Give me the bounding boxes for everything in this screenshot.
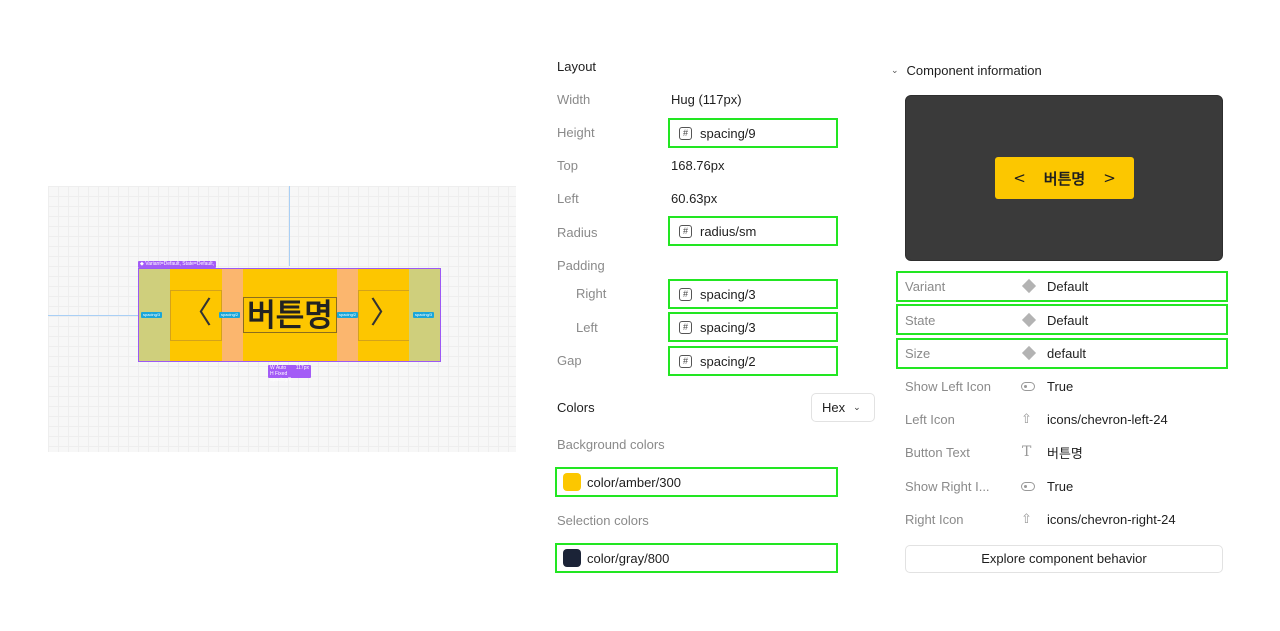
horizontal-guide-line [48, 315, 140, 316]
background-color-value: color/amber/300 [587, 474, 681, 490]
prop-value: True [1047, 478, 1074, 494]
background-color-token[interactable]: color/amber/300 [555, 467, 838, 497]
selection-color-value: color/gray/800 [587, 550, 670, 566]
preview-button[interactable]: < 버튼명 > [995, 157, 1134, 199]
top-value[interactable]: 168.76px [671, 158, 725, 173]
instance-swap-icon: ⇧ [1021, 411, 1032, 426]
left-icon-slot[interactable]: 〈 [170, 269, 222, 361]
chevron-left-icon: 〈 [182, 296, 212, 331]
layout-section-title: Layout [557, 59, 597, 74]
prop-row-show-left-icon[interactable]: Show Left Icon True [905, 376, 1073, 396]
height-token-value: spacing/9 [700, 125, 756, 141]
radius-token[interactable]: # radius/sm [668, 216, 838, 246]
selection-color-token[interactable]: color/gray/800 [555, 543, 838, 573]
color-format-select[interactable]: Hex ⌄ [811, 393, 875, 422]
height-label: Height [557, 125, 595, 140]
boolean-toggle-icon [1021, 381, 1047, 391]
background-colors-label: Background colors [557, 437, 665, 452]
component-info-header[interactable]: ⌄ Component information [891, 63, 1042, 78]
padding-right-token[interactable]: # spacing/3 [668, 279, 838, 309]
prop-label: Show Left Icon [905, 378, 991, 394]
left-value[interactable]: 60.63px [671, 191, 717, 206]
variable-hash-icon: # [679, 287, 692, 301]
chevron-right-icon: 〉 [370, 296, 400, 331]
width-value[interactable]: Hug (117px) [671, 92, 742, 107]
component-info-title: Component information [906, 63, 1042, 78]
left-label: Left [557, 191, 579, 206]
gap-token[interactable]: # spacing/2 [668, 346, 838, 376]
radius-label: Radius [557, 225, 598, 240]
prop-label: Size [905, 345, 931, 361]
padding-left-token[interactable]: # spacing/3 [668, 312, 838, 342]
selection-variant-tag[interactable]: ◆ Variant=Default, State=Default, ... [138, 261, 216, 268]
prop-row-variant[interactable]: Variant Default [905, 276, 1088, 296]
prop-value: icons/chevron-right-24 [1047, 511, 1176, 527]
prop-label: Button Text [905, 444, 970, 460]
prop-row-left-icon[interactable]: Left Icon ⇧ icons/chevron-left-24 [905, 409, 1168, 429]
padding-right-token-value: spacing/3 [700, 286, 756, 302]
prop-label: Show Right I... [905, 478, 990, 494]
selected-button-frame[interactable]: 〈 버튼명 〉 [138, 268, 441, 362]
preview-button-label: 버튼명 [1043, 169, 1086, 188]
padding-left-label: Left [576, 320, 598, 335]
padding-label: Padding [557, 258, 605, 273]
prop-value: True [1047, 378, 1074, 394]
variable-hash-icon: # [679, 354, 692, 368]
variable-hash-icon: # [679, 224, 692, 238]
prop-value: icons/chevron-left-24 [1047, 411, 1168, 427]
prop-row-size[interactable]: Size default [905, 343, 1086, 363]
prop-label: Right Icon [905, 511, 964, 527]
instance-swap-icon: ⇧ [1021, 511, 1032, 526]
component-preview: < 버튼명 > [905, 95, 1223, 261]
gap-label: Gap [557, 353, 582, 368]
variant-diamond-icon [1021, 312, 1047, 328]
button-label[interactable]: 버튼명 [243, 297, 337, 334]
prop-row-button-text[interactable]: Button Text T 버튼명 [905, 442, 1083, 462]
selection-colors-label: Selection colors [557, 513, 649, 528]
variant-diamond-icon [1021, 345, 1047, 361]
chevron-down-icon: ⌄ [853, 402, 861, 412]
height-token[interactable]: # spacing/9 [668, 118, 838, 148]
variable-hash-icon: # [679, 320, 692, 334]
text-property-icon: T [1022, 444, 1032, 460]
size-tag: W Auto 117px H Fixed spacing/9 [268, 365, 311, 383]
prop-row-show-right-icon[interactable]: Show Right I... True [905, 476, 1073, 496]
padding-left-token-value: spacing/3 [700, 319, 756, 335]
prop-value: 버튼명 [1047, 445, 1083, 461]
color-format-value: Hex [822, 400, 846, 415]
size-tag-height-label: H Fixed spacing/9 [270, 371, 292, 383]
colors-section-title: Colors [557, 400, 595, 415]
top-label: Top [557, 158, 578, 173]
amber-swatch-icon [563, 473, 581, 491]
variant-diamond-icon [1021, 278, 1047, 294]
chevron-down-icon: ⌄ [891, 65, 899, 75]
radius-token-value: radius/sm [700, 223, 757, 239]
size-tag-width-value: 117px [295, 365, 309, 371]
prop-label: Left Icon [905, 411, 955, 427]
prop-label: State [905, 312, 936, 328]
prop-row-right-icon[interactable]: Right Icon ⇧ icons/chevron-right-24 [905, 509, 1176, 529]
gap-token-value: spacing/2 [700, 353, 756, 369]
chevron-right-icon: > [1103, 169, 1116, 187]
measure-gap-left: spacing/2 [219, 312, 241, 318]
width-label: Width [557, 92, 591, 107]
gray-swatch-icon [563, 549, 581, 567]
measure-gap-right: spacing/2 [337, 312, 359, 318]
variable-hash-icon: # [679, 126, 692, 140]
prop-value: Default [1047, 278, 1089, 294]
vertical-guide-line [289, 186, 290, 266]
padding-right-label: Right [576, 286, 607, 301]
measure-padding-left: spacing/3 [141, 312, 163, 318]
prop-label: Variant [905, 278, 946, 294]
boolean-toggle-icon [1021, 481, 1047, 491]
prop-row-state[interactable]: State Default [905, 310, 1088, 330]
chevron-left-icon: < [1013, 169, 1026, 187]
explore-component-button[interactable]: Explore component behavior [905, 545, 1223, 573]
prop-value: Default [1047, 312, 1089, 328]
right-icon-slot[interactable]: 〉 [358, 269, 410, 361]
measure-padding-right: spacing/3 [413, 312, 435, 318]
prop-value: default [1047, 345, 1087, 361]
